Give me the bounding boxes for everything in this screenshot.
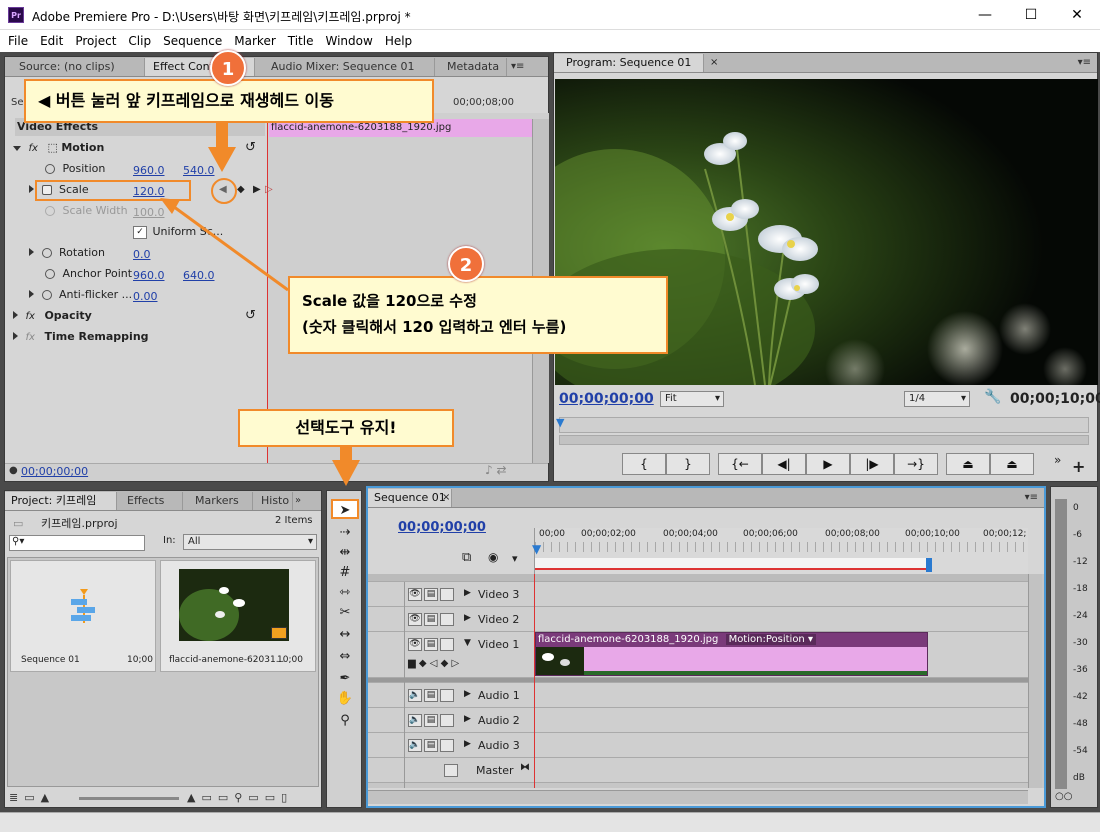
callout-scale-line1: Scale 값을 120으로 수정: [302, 292, 477, 310]
callout-selection-tool: 선택도구 유지!: [238, 409, 454, 447]
callout-scale-line2: (숫자 클릭해서 120 입력하고 엔터 누름): [302, 318, 567, 336]
annotation-arrows: [160, 123, 360, 486]
step-badge-2: 2: [448, 246, 484, 282]
callout-scale-value: Scale 값을 120으로 수정 (숫자 클릭해서 120 입력하고 엔터 누…: [288, 276, 668, 354]
